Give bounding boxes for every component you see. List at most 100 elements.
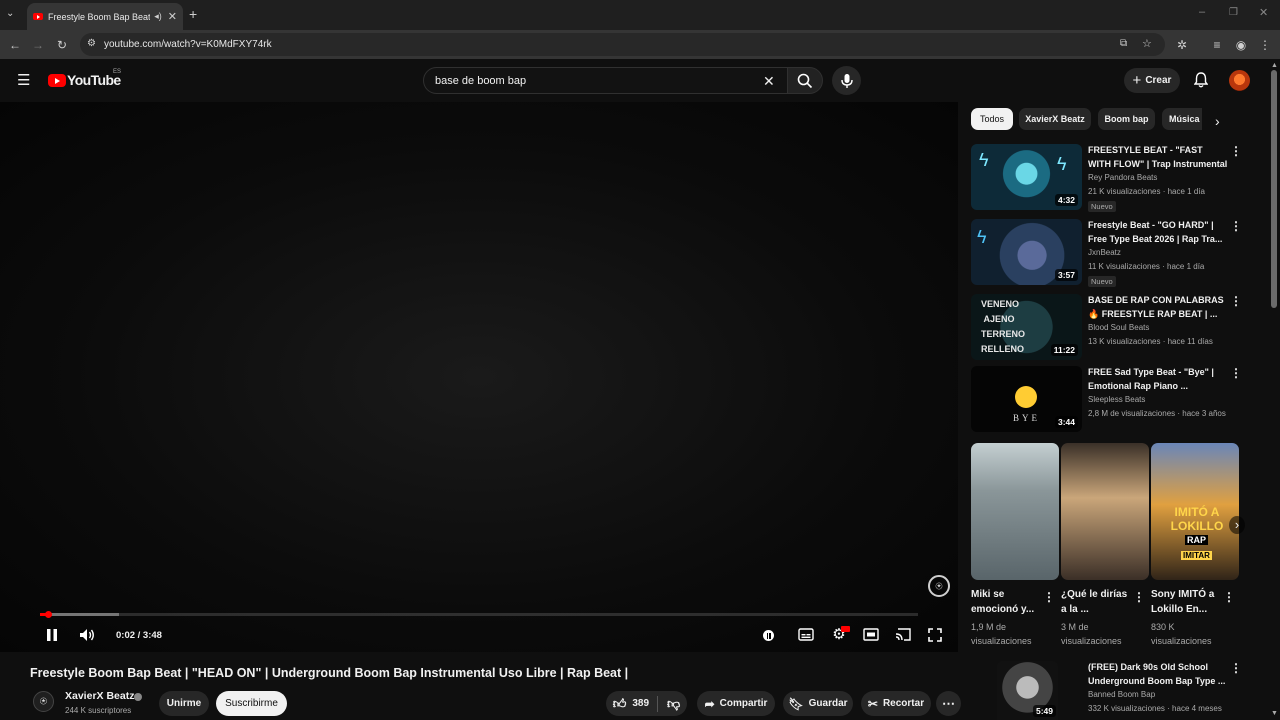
channel-name[interactable]: Rey Pandora Beats [1088,173,1157,182]
channel-avatar[interactable]: ⍟ [33,691,54,712]
video-title[interactable]: (FREE) Dark 90s Old School Underground B… [1088,661,1228,688]
notifications-bell-icon[interactable] [1194,72,1208,88]
join-button[interactable]: Unirme [159,691,209,716]
short-more-options-icon[interactable]: ⋮ [1223,590,1235,604]
video-duration: 11:22 [1050,344,1078,356]
short-title[interactable]: Sony IMITÓ a Lokillo En... [1151,587,1221,617]
search-button[interactable] [787,67,823,94]
install-app-icon[interactable]: ⧉ [1120,38,1127,49]
back-icon[interactable]: ← [8,38,22,52]
video-thumbnail[interactable]: VENENO AJENO TERRENO RELLENO 11:22 [971,294,1082,360]
video-title[interactable]: BASE DE RAP CON PALABRAS 🔥 FREESTYLE RAP… [1088,294,1228,321]
more-actions-button[interactable]: ⋯ [936,691,961,716]
subtitles-button[interactable] [797,628,815,645]
channel-watermark-icon[interactable]: ⍟ [928,575,950,597]
short-thumbnail[interactable] [1061,443,1149,580]
more-options-icon[interactable]: ⋮ [1230,661,1242,675]
media-control-icon[interactable]: ≡ [1210,38,1224,52]
channel-name[interactable]: Blood Soul Beats [1088,323,1149,332]
thumbs-down-icon[interactable]: 👎︎ [663,696,680,712]
short-thumbnail[interactable] [971,443,1059,580]
video-thumbnail[interactable]: ϟ ϟ 4:32 [971,144,1082,210]
share-button[interactable]: ➦ Compartir [697,691,775,716]
video-title[interactable]: FREESTYLE BEAT - "FAST WITH FLOW" | Trap… [1088,144,1228,172]
autoplay-toggle[interactable] [763,628,777,641]
tab-list-chevron-icon[interactable]: ⌄ [6,8,14,19]
browser-tab-bar: ⌄ Freestyle Boom Bap Beat | " ◂) ✕ + – ❐… [0,0,1280,30]
recommendation-item[interactable]: BYE 3:44 FREE Sad Type Beat - "Bye" | Em… [971,366,1251,434]
video-player[interactable] [0,102,958,652]
short-thumbnail[interactable]: IMITÓ A LOKILLO RAP IMITAR [1151,443,1239,580]
subscriber-count: 244 K suscriptores [65,706,132,715]
video-title[interactable]: Freestyle Beat - "GO HARD" | Free Type B… [1088,219,1228,246]
progress-scrubber[interactable] [45,611,52,618]
video-title[interactable]: FREE Sad Type Beat - "Bye" | Emotional R… [1088,366,1228,393]
short-title[interactable]: Miki se emocionó y... [971,587,1041,617]
short-more-options-icon[interactable]: ⋮ [1043,590,1055,604]
bookmark-star-icon[interactable]: ☆ [1142,37,1152,50]
more-options-icon[interactable]: ⋮ [1230,294,1242,308]
voice-search-button[interactable] [832,66,861,95]
channel-name[interactable]: Banned Boom Bap [1088,690,1155,699]
video-thumbnail[interactable]: ϟ 3:57 [971,219,1082,285]
hamburger-menu-icon[interactable]: ☰ [17,71,30,89]
save-button[interactable]: 🔖︎ Guardar [783,691,853,716]
chip-musica[interactable]: Música [1162,108,1202,130]
address-bar[interactable]: ⚙ youtube.com/watch?v=K0MdFXY74rk ⧉ ☆ [80,33,1165,56]
site-info-icon[interactable]: ⚙ [87,38,96,49]
volume-button[interactable] [78,628,96,646]
close-tab-icon[interactable]: ✕ [168,10,177,23]
share-label: Compartir [719,698,768,709]
forward-icon[interactable]: → [31,38,45,52]
short-more-options-icon[interactable]: ⋮ [1133,590,1145,604]
recommendation-item[interactable]: 5:49 (FREE) Dark 90s Old School Undergro… [971,661,1251,720]
cast-button[interactable] [894,628,912,645]
more-options-icon[interactable]: ⋮ [1230,144,1242,158]
speaker-icon[interactable]: ◂) [154,11,162,22]
like-button[interactable]: 👍︎ 389 [613,695,659,712]
progress-bar[interactable] [40,613,918,616]
channel-name[interactable]: Sleepless Beats [1088,395,1145,404]
restore-icon[interactable]: ❐ [1229,7,1238,18]
pause-button[interactable] [44,628,60,646]
profile-icon[interactable]: ◉ [1234,38,1248,52]
settings-button[interactable]: ⚙ [830,626,850,643]
chip-boom-bap[interactable]: Boom bap [1098,108,1155,130]
more-options-icon[interactable]: ⋮ [1230,219,1242,233]
browser-menu-icon[interactable]: ⋮ [1258,38,1272,52]
create-button[interactable]: + Crear [1124,68,1180,93]
shorts-next-chevron-icon[interactable]: › [1229,516,1245,534]
chips-next-chevron-icon[interactable]: › [1215,113,1220,129]
video-thumbnail[interactable]: 5:49 [997,661,1058,720]
minimize-icon[interactable]: – [1199,6,1205,18]
video-duration: 3:44 [1054,416,1078,428]
page-scrollbar[interactable] [1271,70,1277,308]
user-avatar[interactable] [1229,70,1250,91]
subscribe-button[interactable]: Suscribirme [216,691,287,716]
youtube-logo-icon[interactable] [48,74,66,87]
new-tab-icon[interactable]: + [189,6,197,22]
clip-button[interactable]: ✂ Recortar [861,691,931,716]
scroll-up-arrow-icon[interactable]: ▲ [1271,62,1278,69]
channel-name[interactable]: JxnBeatz [1088,248,1121,257]
recommendation-item[interactable]: ϟ 3:57 Freestyle Beat - "GO HARD" | Free… [971,219,1251,287]
recommendation-item[interactable]: ϟ ϟ 4:32 FREESTYLE BEAT - "FAST WITH FLO… [971,144,1251,212]
search-input[interactable]: base de boom bap ✕ [423,67,789,94]
fullscreen-button[interactable] [926,628,944,646]
more-options-icon[interactable]: ⋮ [1230,366,1242,380]
channel-name[interactable]: XavierX Beatz [65,690,134,702]
youtube-header: ☰ YouTube ES base de boom bap ✕ + Crear [0,59,1280,102]
video-thumbnail[interactable]: BYE 3:44 [971,366,1082,432]
chip-xavierx-beatz[interactable]: XavierX Beatz [1019,108,1091,130]
extensions-icon[interactable]: ✲ [1175,38,1189,52]
clear-search-icon[interactable]: ✕ [763,73,775,90]
reload-icon[interactable]: ↻ [55,38,69,52]
scroll-down-arrow-icon[interactable]: ▼ [1271,710,1278,717]
theater-mode-button[interactable] [862,628,880,645]
hd-badge [841,626,850,632]
close-window-icon[interactable]: ✕ [1259,6,1268,19]
recommendation-item[interactable]: VENENO AJENO TERRENO RELLENO 11:22 BASE … [971,294,1251,362]
browser-tab[interactable]: Freestyle Boom Bap Beat | " ◂) ✕ [27,3,183,30]
short-title[interactable]: ¿Qué le dirías a la ... [1061,587,1131,617]
chip-todos[interactable]: Todos [971,108,1013,130]
